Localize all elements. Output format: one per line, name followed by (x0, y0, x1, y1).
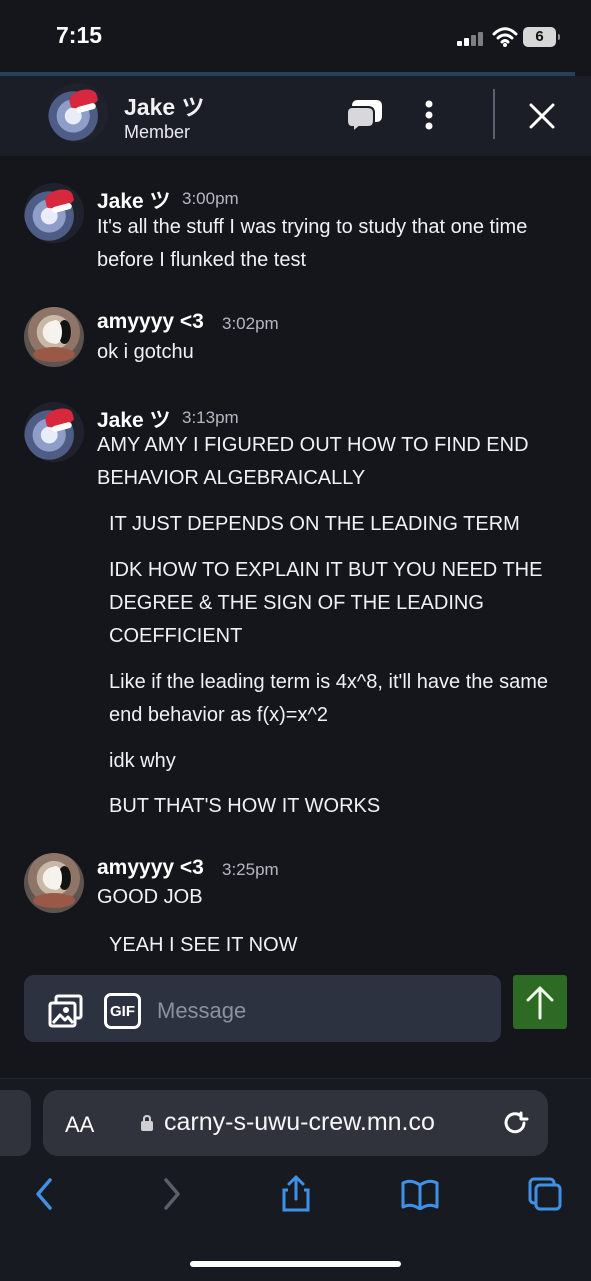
message-author[interactable]: amyyyy <3 (97, 856, 204, 880)
status-bar: 7:15 6 (0, 0, 591, 72)
send-button[interactable] (513, 975, 567, 1029)
message-text: YEAH I SEE IT NOW (109, 934, 298, 956)
message-time: 3:02pm (222, 314, 279, 333)
avatar[interactable] (24, 853, 84, 913)
send-arrow-icon (526, 986, 554, 1020)
wifi-icon (492, 27, 518, 47)
previous-tab-preview[interactable] (0, 1090, 31, 1156)
lock-icon (141, 1114, 153, 1131)
forward-icon[interactable] (152, 1171, 192, 1217)
message-text: idk why (109, 750, 176, 772)
text-size-button[interactable]: AA (65, 1112, 94, 1138)
close-icon[interactable] (520, 94, 564, 138)
message-time: 3:00pm (182, 189, 239, 208)
reload-icon[interactable] (500, 1108, 530, 1138)
header-divider (493, 89, 495, 139)
battery-level: 6 (523, 27, 560, 47)
message-author[interactable]: amyyyy <3 (97, 310, 204, 334)
message-text: BUT THAT'S HOW IT WORKS (109, 795, 381, 817)
tabs-icon[interactable] (525, 1171, 565, 1217)
avatar[interactable] (48, 83, 108, 143)
message-text: ok i gotchu (97, 341, 194, 363)
message-text: Like if the leading term is 4x^8, it'll … (109, 671, 554, 726)
back-icon[interactable] (24, 1171, 64, 1217)
message-composer[interactable] (24, 975, 501, 1042)
more-vertical-icon[interactable] (415, 95, 443, 135)
message-text: GOOD JOB (97, 886, 203, 908)
image-upload-icon[interactable] (46, 991, 86, 1031)
avatar[interactable] (24, 307, 84, 367)
cellular-signal-icon (457, 30, 485, 46)
gif-button[interactable]: GIF (104, 993, 141, 1029)
avatar[interactable] (24, 183, 84, 243)
avatar[interactable] (24, 402, 84, 462)
message-time: 3:13pm (182, 408, 239, 427)
message-text: IDK HOW TO EXPLAIN IT BUT YOU NEED THE D… (109, 559, 548, 647)
message-text: It's all the stuff I was trying to study… (97, 216, 533, 271)
status-time: 7:15 (56, 22, 103, 48)
share-icon[interactable] (276, 1171, 316, 1217)
chat-participant-name[interactable]: Jake ツ (124, 88, 205, 122)
message-text: IT JUST DEPENDS ON THE LEADING TERM (109, 513, 520, 535)
message-text: AMY AMY I FIGURED OUT HOW TO FIND END BE… (97, 434, 535, 489)
message-time: 3:25pm (222, 860, 279, 879)
home-indicator (190, 1261, 401, 1267)
url-text[interactable]: carny-s-uwu-crew.mn.co (164, 1108, 435, 1137)
chat-participant-role: Member (124, 122, 191, 142)
chat-bubbles-icon[interactable] (345, 95, 385, 135)
bookmarks-icon[interactable] (400, 1171, 440, 1217)
message-input[interactable]: Message (157, 998, 246, 1024)
